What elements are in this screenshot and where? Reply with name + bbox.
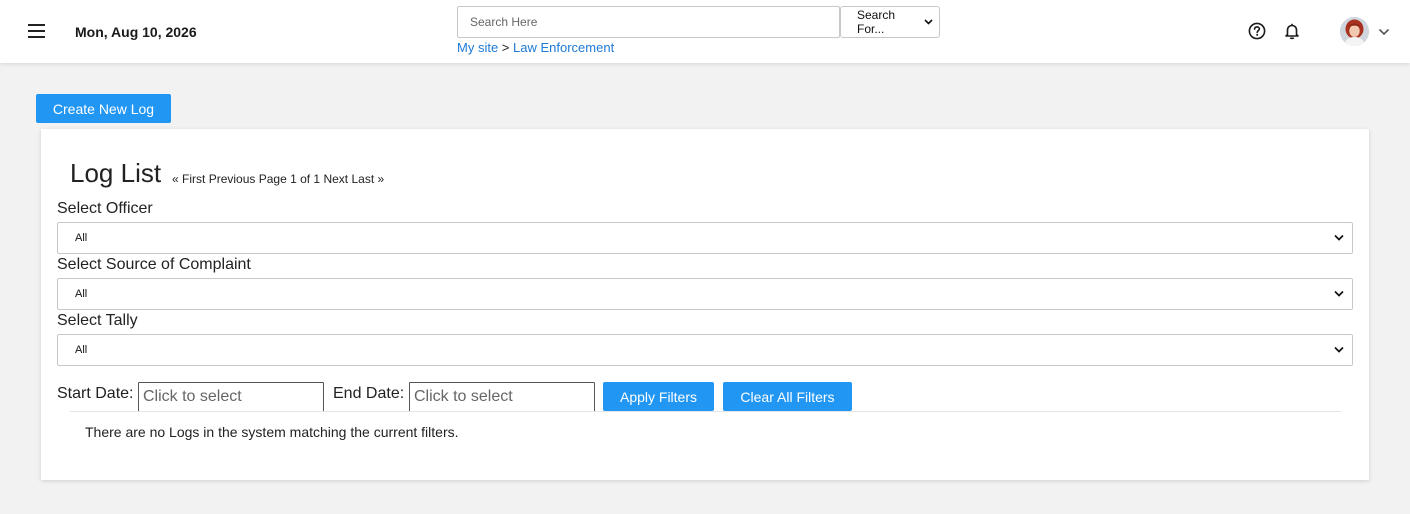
- help-icon[interactable]: [1248, 22, 1266, 40]
- pager-last[interactable]: Last »: [351, 172, 384, 186]
- avatar[interactable]: [1340, 17, 1369, 46]
- breadcrumb-link-site[interactable]: My site: [457, 40, 498, 55]
- log-list-card: Log List « First Previous Page 1 of 1 Ne…: [41, 129, 1369, 480]
- chevron-down-icon: [1334, 288, 1344, 300]
- breadcrumb: My site > Law Enforcement: [457, 40, 614, 55]
- breadcrumb-separator: >: [501, 40, 510, 55]
- source-filter-label: Select Source of Complaint: [57, 256, 251, 273]
- tally-filter-label: Select Tally: [57, 312, 138, 329]
- chevron-down-icon: [1334, 344, 1344, 356]
- clear-all-filters-button[interactable]: Clear All Filters: [723, 382, 852, 411]
- divider: [70, 411, 1341, 412]
- end-date-input[interactable]: [409, 382, 595, 412]
- breadcrumb-link-section[interactable]: Law Enforcement: [513, 40, 614, 55]
- search-type-value: Search For...: [857, 8, 896, 36]
- apply-filters-button[interactable]: Apply Filters: [603, 382, 714, 411]
- chevron-down-icon[interactable]: [1378, 25, 1390, 37]
- officer-select[interactable]: All: [57, 222, 1353, 254]
- tally-select[interactable]: All: [57, 334, 1353, 366]
- chevron-down-icon: [924, 17, 933, 28]
- empty-state-message: There are no Logs in the system matching…: [85, 424, 459, 440]
- officer-select-value: All: [75, 232, 88, 244]
- search-type-select[interactable]: Search For...: [840, 6, 940, 38]
- chevron-down-icon: [1334, 232, 1344, 244]
- source-select-value: All: [75, 288, 88, 300]
- pager-previous[interactable]: Previous: [209, 172, 256, 186]
- pagination: « First Previous Page 1 of 1 Next Last »: [172, 172, 384, 186]
- search-input[interactable]: [457, 6, 840, 38]
- pager-next[interactable]: Next: [323, 172, 348, 186]
- create-new-log-button[interactable]: Create New Log: [36, 94, 171, 123]
- pager-first[interactable]: « First: [172, 172, 205, 186]
- current-date: Mon, Aug 10, 2026: [75, 24, 197, 40]
- start-date-label: Start Date:: [57, 385, 134, 402]
- end-date-label: End Date:: [333, 385, 405, 402]
- start-date-input[interactable]: [138, 382, 324, 412]
- top-bar: Mon, Aug 10, 2026 Search For... My site …: [0, 0, 1410, 63]
- pager-page-text: Page 1 of 1: [258, 172, 321, 186]
- bell-icon[interactable]: [1283, 22, 1301, 40]
- page-title: Log List: [70, 158, 162, 188]
- officer-filter-label: Select Officer: [57, 200, 153, 217]
- menu-icon[interactable]: [28, 24, 45, 38]
- source-select[interactable]: All: [57, 278, 1353, 310]
- tally-select-value: All: [75, 344, 88, 356]
